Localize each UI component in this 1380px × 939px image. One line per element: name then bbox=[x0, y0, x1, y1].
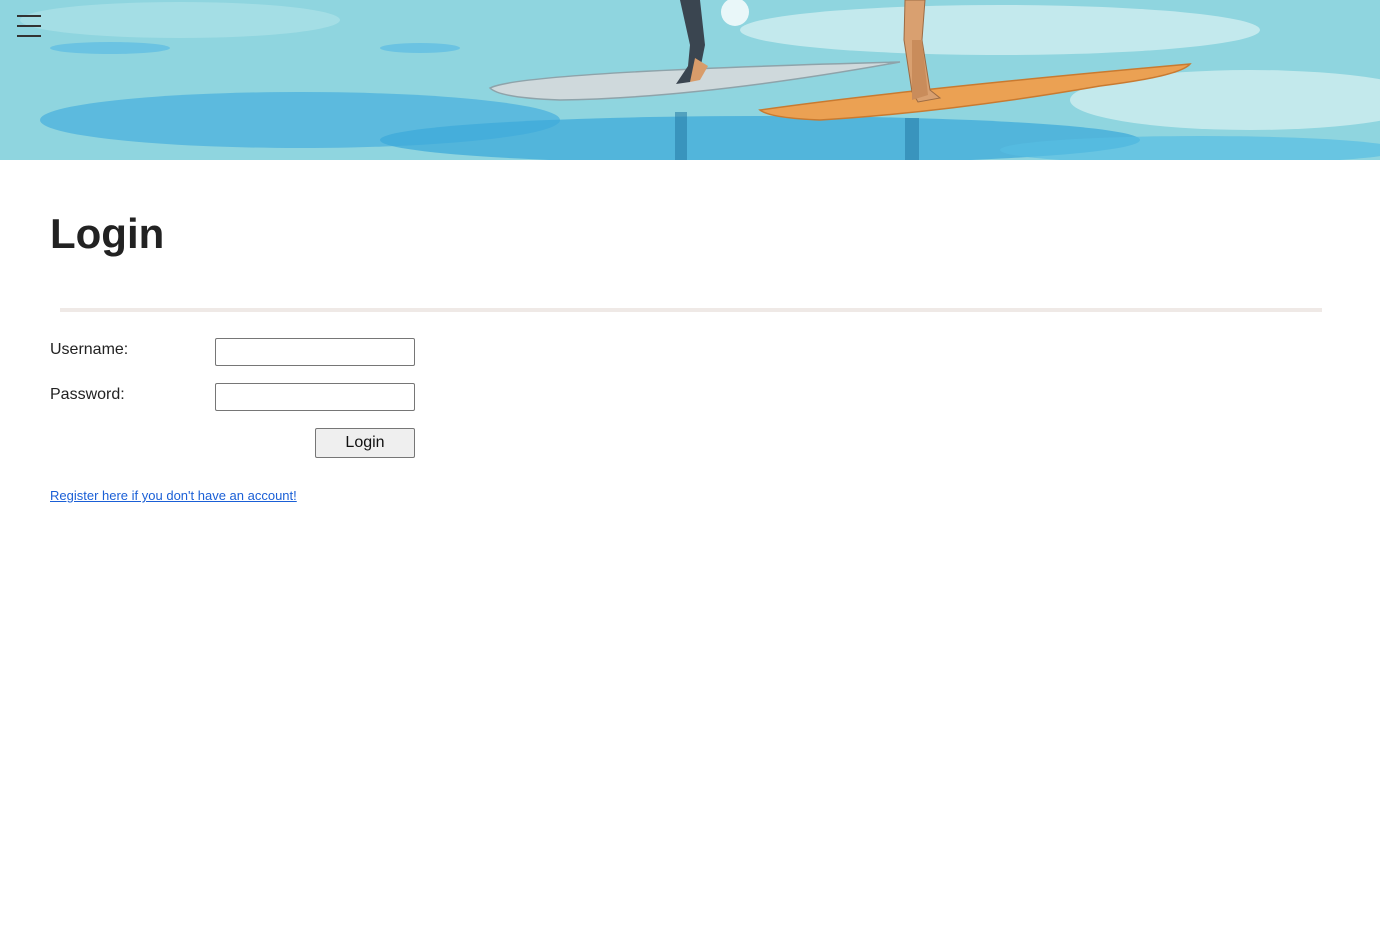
page-title: Login bbox=[50, 210, 165, 257]
login-button[interactable]: Login bbox=[315, 428, 415, 458]
username-input[interactable] bbox=[215, 338, 415, 366]
banner-illustration bbox=[0, 0, 1380, 160]
hamburger-menu-icon-bar bbox=[17, 25, 41, 27]
hamburger-menu-icon-bar bbox=[17, 35, 41, 37]
register-link[interactable]: Register here if you don't have an accou… bbox=[50, 488, 297, 503]
header-banner bbox=[0, 0, 1380, 160]
menu-button[interactable] bbox=[13, 11, 45, 41]
username-label: Username: bbox=[50, 341, 129, 358]
password-label: Password: bbox=[50, 386, 125, 403]
password-input[interactable] bbox=[215, 383, 415, 411]
hamburger-menu-icon bbox=[17, 15, 41, 17]
divider bbox=[60, 308, 1322, 312]
